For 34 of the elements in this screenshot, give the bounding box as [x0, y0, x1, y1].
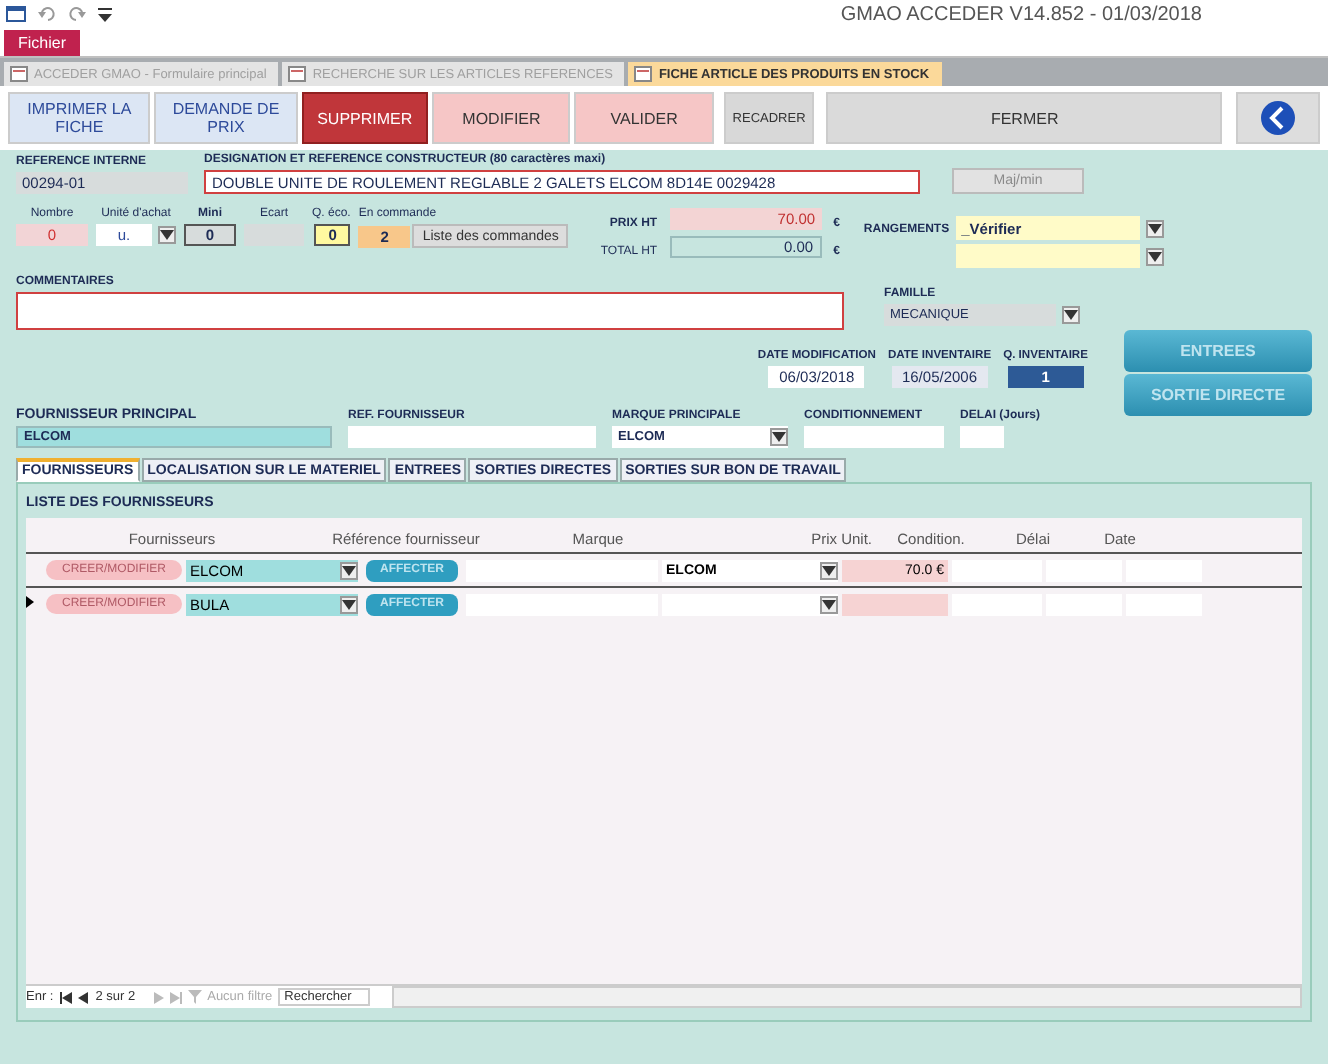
packaging-field[interactable]: [804, 426, 944, 448]
dropdown-arrow-icon[interactable]: [340, 561, 358, 579]
toolbar-button[interactable]: DEMANDE DE PRIX: [154, 92, 298, 144]
current-record-icon: [26, 596, 34, 608]
price-cell: [842, 593, 948, 615]
dropdown-arrow-icon[interactable]: [1145, 219, 1164, 237]
form-icon: [288, 66, 307, 82]
dropdown-arrow-icon[interactable]: [340, 595, 358, 613]
ribbon-tab[interactable]: Fichier: [4, 30, 81, 56]
dropdown-arrow-icon[interactable]: [1145, 247, 1164, 265]
toolbar-button[interactable]: VALIDER: [574, 92, 714, 144]
window-icon[interactable]: [6, 6, 26, 22]
toolbar-button[interactable]: FERMER: [826, 92, 1223, 144]
dropdown-arrow-icon[interactable]: [1062, 306, 1080, 324]
first-record-icon[interactable]: [59, 991, 72, 1003]
toolbar-button[interactable]: IMPRIMER LA FICHE: [8, 92, 151, 144]
window-title: GMAO ACCEDER V14.852 - 01/03/2018: [840, 3, 1202, 25]
customize-menu-icon[interactable]: [98, 7, 112, 21]
undo-icon[interactable]: [38, 6, 56, 22]
dropdown-arrow-icon[interactable]: [820, 595, 838, 613]
toolbar-button[interactable]: MODIFIER: [432, 92, 571, 144]
toolbar-button[interactable]: SUPPRIMER: [301, 92, 429, 144]
horizontal-scrollbar[interactable]: [391, 986, 1302, 1008]
back-button[interactable]: [1236, 92, 1320, 144]
redo-icon[interactable]: [68, 6, 86, 22]
dropdown-arrow-icon[interactable]: [820, 561, 838, 579]
comments-field[interactable]: [16, 292, 844, 330]
delay-field[interactable]: [960, 426, 1004, 448]
dropdown-arrow-icon[interactable]: [158, 226, 176, 244]
previous-record-icon[interactable]: [77, 991, 88, 1003]
form-icon: [10, 66, 28, 82]
form-icon: [634, 66, 653, 82]
supplier-reference-field[interactable]: [348, 426, 596, 448]
dropdown-arrow-icon[interactable]: [770, 428, 788, 446]
